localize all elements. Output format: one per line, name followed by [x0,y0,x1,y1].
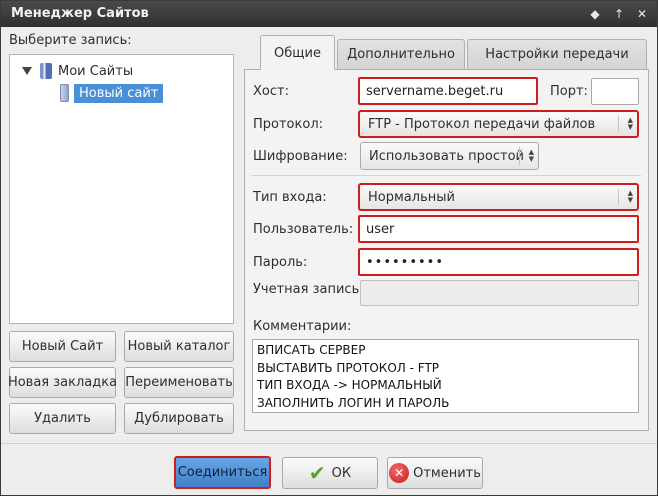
logon-type-value: Нормальный [368,189,455,205]
window-title: Менеджер Сайтов [11,6,149,21]
user-label: Пользователь: [253,222,354,237]
port-label: Порт: [550,84,588,99]
close-icon[interactable]: ✕ [633,5,651,23]
cancel-button[interactable]: ✕ Отменить [387,457,483,489]
protocol-label: Протокол: [253,117,324,132]
protocol-select[interactable]: FTP - Протокол передачи файлов ▲ ▼ [358,110,639,138]
rename-button[interactable]: Переименовать [124,367,234,398]
account-label: Учетная запись: [253,282,364,297]
expand-arrow-icon[interactable] [22,67,32,75]
cancel-icon: ✕ [389,463,410,483]
port-input[interactable] [591,78,639,105]
spin-arrows-icon: ▲ ▼ [627,116,633,131]
site-manager-window: Менеджер Сайтов ◆ ↑ ✕ Выберите запись: М… [0,0,658,496]
host-label: Хост: [253,84,289,99]
connect-button[interactable]: Соединиться [174,456,271,489]
tab-advanced[interactable]: Дополнительно [337,39,465,69]
password-input[interactable]: ••••••••• [358,248,639,276]
tab-transfer-settings[interactable]: Настройки передачи [467,39,647,69]
comment-line: ВПИСАТЬ СЕРВЕР [257,343,366,357]
logon-type-label: Тип входа: [253,190,327,205]
maximize-icon[interactable]: ↑ [610,5,628,23]
ok-label: ОК [331,465,352,481]
protocol-value: FTP - Протокол передачи файлов [368,116,596,132]
tab-general[interactable]: Общие [260,35,335,70]
ok-button[interactable]: ✔ ОК [282,457,378,489]
comment-line: ТИП ВХОДА -> НОРМАЛЬНЫЙ [257,378,442,392]
cancel-label: Отменить [413,465,481,481]
combo-separator [618,189,619,205]
delete-button[interactable]: Удалить [9,403,116,434]
comments-label: Комментарии: [253,319,352,334]
tree-item-new-site[interactable]: Новый сайт [60,83,164,103]
encryption-value: Использовать простой [369,148,524,164]
spin-arrows-icon: ▲ ▼ [627,189,633,204]
new-bookmark-button[interactable]: Новая закладка [8,367,117,398]
host-input[interactable]: servername.beget.ru [358,77,538,105]
logon-type-select[interactable]: Нормальный ▲ ▼ [358,183,639,211]
account-input [360,280,639,306]
encryption-select[interactable]: Использовать простой ▲ ▼ [360,142,539,170]
password-label: Пароль: [253,255,308,270]
spin-arrows-icon: ▲ ▼ [528,148,534,163]
tree-item-label: Новый сайт [74,83,164,103]
site-tree[interactable]: Мои Сайты Новый сайт [9,54,234,324]
user-input[interactable]: user [358,215,639,243]
new-site-button[interactable]: Новый Сайт [9,331,116,362]
comment-line: ЗАПОЛНИТЬ ЛОГИН И ПАРОЛЬ [257,395,450,410]
folder-icon [40,63,52,79]
tree-root-label: Мои Сайты [58,63,134,79]
checkmark-icon: ✔ [308,461,326,485]
title-bar[interactable]: Менеджер Сайтов ◆ ↑ ✕ [1,1,657,27]
new-folder-button[interactable]: Новый каталог [124,331,234,362]
section-divider [251,175,641,176]
site-icon [60,84,69,102]
duplicate-button[interactable]: Дублировать [124,403,234,434]
tree-root-row[interactable]: Мои Сайты [22,61,133,81]
comment-line: ВЫСТАВИТЬ ПРОТОКОЛ - FTP [257,360,440,375]
pin-icon[interactable]: ◆ [586,5,604,23]
combo-separator [618,116,619,132]
combo-separator [519,147,520,165]
footer-divider [1,443,657,444]
select-entry-label: Выберите запись: [9,33,132,48]
encryption-label: Шифрование: [253,149,348,164]
comments-textarea[interactable]: ВПИСАТЬ СЕРВЕР ВЫСТАВИТЬ ПРОТОКОЛ - FTP … [252,339,639,413]
